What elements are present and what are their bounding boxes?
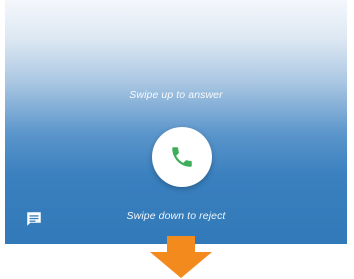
incoming-call-screen: Swipe up to answer Swipe down to reject [5, 0, 347, 244]
swipe-down-hint: Swipe down to reject [126, 210, 226, 222]
swipe-up-hint: Swipe up to answer [129, 89, 223, 101]
phone-icon [172, 147, 192, 167]
answer-call-button[interactable] [152, 127, 212, 187]
incoming-call-illustration: Swipe up to answer Swipe down to reject [0, 0, 354, 279]
arrow-down-icon [150, 236, 212, 278]
